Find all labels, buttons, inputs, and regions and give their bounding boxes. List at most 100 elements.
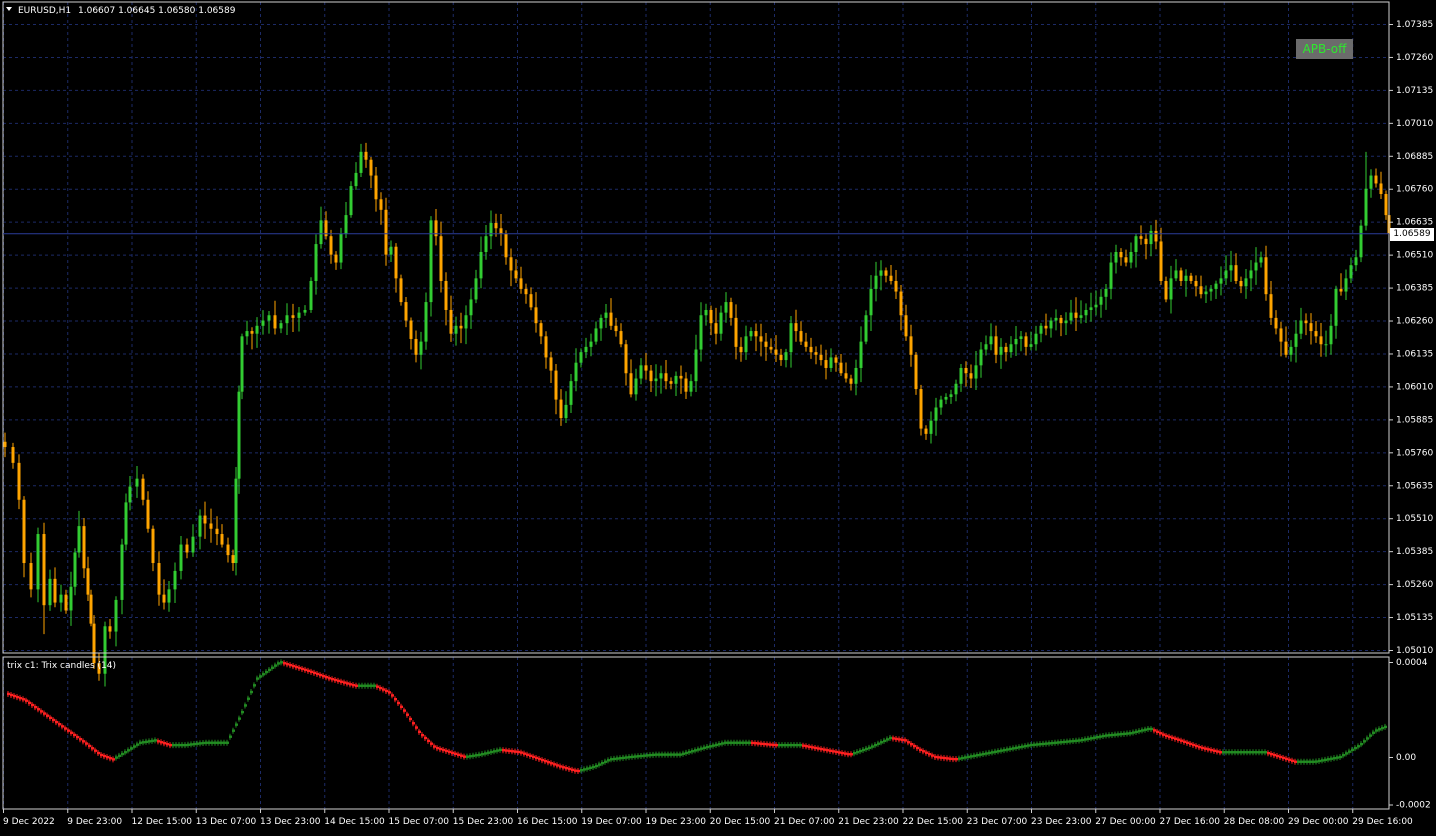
trix-candle	[955, 757, 958, 761]
bull-candle-body	[1019, 336, 1023, 339]
trix-candle	[148, 740, 151, 743]
trix-candle	[1258, 751, 1261, 754]
time-axis-label: 27 Dec 16:00	[1160, 817, 1221, 827]
trading-chart-window[interactable]: 1.07385 1.07260 1.07135 1.07010 1.06885 1.067…	[0, 0, 1436, 832]
bull-candle-body	[267, 315, 271, 321]
trix-candle	[1213, 749, 1216, 753]
bull-candle-body	[1049, 320, 1053, 329]
trix-candle	[94, 749, 97, 752]
trix-candle	[1162, 733, 1165, 736]
trix-candle	[19, 697, 22, 700]
trix-candle	[529, 754, 532, 758]
price-axis-label: 1.05510	[1396, 514, 1433, 524]
trix-candle	[949, 757, 952, 760]
trix-candle	[1033, 743, 1036, 746]
trix-candle	[499, 748, 502, 752]
bull-candle-body	[429, 220, 433, 303]
trix-candle	[640, 754, 643, 758]
time-axis-label: 29 Dec 00:00	[1288, 817, 1349, 827]
bull-candle-body	[303, 309, 307, 313]
trix-candle	[688, 750, 691, 754]
trix-candle	[1240, 751, 1243, 754]
trix-candle	[445, 749, 448, 753]
apb-toggle-button[interactable]: APB-off	[1296, 39, 1353, 59]
bear-candle-body	[1339, 288, 1343, 292]
trix-candle	[1303, 760, 1306, 763]
time-axis-label: 19 Dec 07:00	[581, 817, 642, 827]
trix-candle	[334, 678, 337, 682]
trix-candle	[1132, 731, 1135, 734]
trix-candle	[745, 741, 748, 744]
bear-candle-body	[250, 331, 254, 334]
time-axis-label: 23 Dec 07:00	[967, 817, 1028, 827]
trix-candle	[217, 741, 220, 744]
price-axis-label: 1.05635	[1396, 481, 1433, 491]
trix-candle	[166, 742, 169, 746]
bull-candle-body	[319, 220, 323, 245]
trix-candle	[379, 686, 382, 690]
bear-candle-body	[162, 594, 166, 603]
trix-candle	[1234, 751, 1237, 754]
trix-candle	[337, 679, 340, 683]
bull-candle-body	[114, 599, 118, 632]
trix-candle	[310, 670, 313, 674]
bear-candle-body	[824, 360, 828, 368]
time-axis-label: 29 Dec 16:00	[1352, 817, 1413, 827]
bear-candle-body	[374, 175, 378, 200]
trix-candle	[1372, 731, 1375, 734]
trix-candle	[580, 768, 583, 772]
trix-candle	[382, 688, 385, 691]
trix-candle	[124, 751, 127, 754]
trix-candle	[793, 743, 796, 747]
bull-candle-body	[1294, 333, 1298, 347]
trix-candle	[442, 748, 445, 752]
trix-candle	[1150, 727, 1153, 731]
bull-candle-body	[173, 570, 177, 590]
trix-candle	[1114, 733, 1117, 736]
bear-candle-body	[449, 309, 453, 334]
trix-candle	[856, 750, 859, 754]
trix-candle	[364, 684, 367, 687]
trix-candle	[715, 743, 718, 747]
trix-candle	[655, 753, 658, 756]
trix-candle	[607, 759, 610, 762]
bull-candle-body	[419, 341, 423, 355]
trix-candle	[109, 757, 112, 760]
current-price-tag: 1.06589	[1390, 227, 1434, 241]
trix-candle	[484, 752, 487, 755]
bear-candle-body	[439, 236, 443, 281]
trix-candle	[1357, 745, 1360, 748]
trix-candle	[187, 743, 190, 746]
bull-candle-body	[934, 407, 938, 421]
trix-candle	[100, 753, 103, 757]
bear-candle-body	[22, 499, 26, 564]
trix-candle	[265, 670, 268, 674]
trix-candle	[1108, 734, 1111, 737]
bear-candle-body	[914, 354, 918, 390]
trix-candle	[880, 741, 883, 744]
trix-candle	[1045, 742, 1048, 745]
trix-candle	[790, 743, 793, 747]
trix-candle	[121, 752, 124, 756]
trix-candle	[1195, 744, 1198, 748]
trix-candle	[1102, 734, 1105, 738]
trix-candle	[553, 763, 556, 766]
time-axis-label: 20 Dec 15:00	[710, 817, 771, 827]
trix-candle	[859, 749, 862, 753]
bull-candle-body	[59, 594, 63, 603]
trix-candle	[541, 758, 544, 762]
bear-candle-body	[1374, 175, 1378, 184]
trix-candle	[661, 753, 664, 756]
trix-candle	[1129, 732, 1132, 735]
bull-candle-body	[454, 325, 458, 334]
trix-candle	[1126, 732, 1129, 735]
trix-candle	[1006, 748, 1009, 751]
trix-candle	[1273, 753, 1276, 757]
chart-canvas[interactable]: 1.07385 1.07260 1.07135 1.07010 1.06885 1.067…	[0, 0, 1436, 832]
bear-candle-body	[494, 223, 498, 229]
trix-candle	[739, 741, 742, 744]
trix-candle	[196, 742, 199, 745]
bull-candle-body	[859, 341, 863, 368]
trix-candle	[1009, 747, 1012, 751]
bear-candle-body	[53, 578, 57, 603]
